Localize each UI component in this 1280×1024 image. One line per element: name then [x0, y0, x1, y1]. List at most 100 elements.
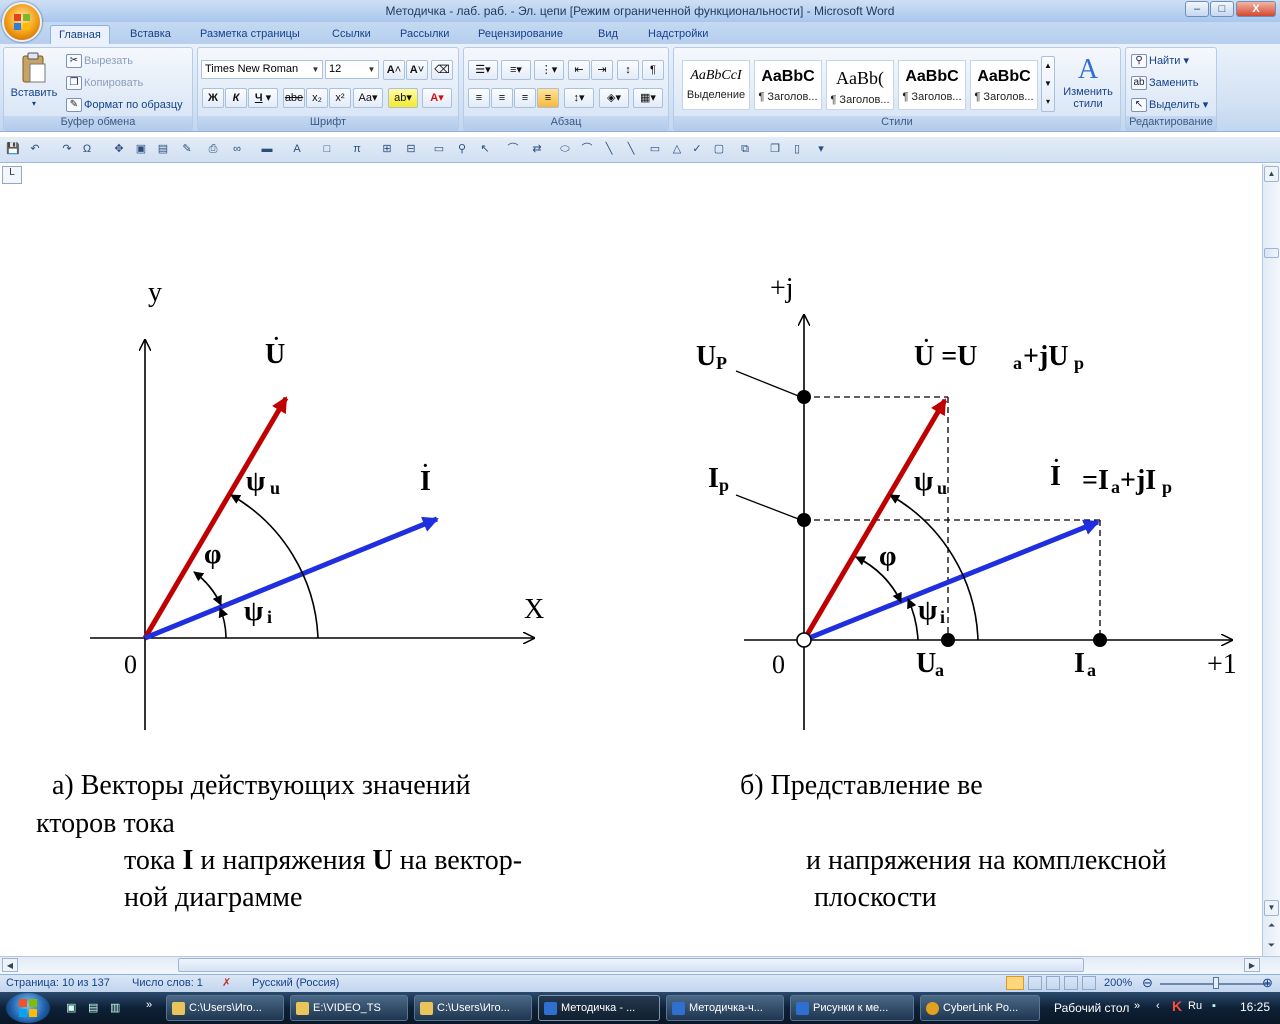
omega-icon[interactable]: Ω [80, 142, 94, 156]
save-icon[interactable]: 💾 [6, 142, 20, 156]
previous-page-icon[interactable]: ⏶ [1264, 920, 1279, 936]
horizontal-scroll-thumb[interactable] [178, 958, 1084, 972]
antivirus-icon[interactable]: K [1172, 998, 1182, 1014]
square-icon[interactable]: □ [320, 142, 334, 156]
underline-button[interactable]: Ч ▾ [248, 88, 278, 108]
move-icon[interactable]: ✥ [112, 142, 126, 156]
curve-icon[interactable]: ⌒ [506, 142, 520, 156]
tab-mailings[interactable]: Рассылки [392, 25, 457, 44]
task-cyberlink[interactable]: CyberLink Po... [920, 995, 1040, 1021]
format-icon[interactable]: ▤ [156, 142, 170, 156]
tab-references[interactable]: Ссылки [324, 25, 379, 44]
draft-view-icon[interactable] [1082, 976, 1096, 990]
horizontal-scrollbar[interactable]: ◀ ▶ [0, 956, 1280, 974]
clock[interactable]: 16:25 [1240, 1000, 1270, 1014]
vertical-scrollbar[interactable]: ▲ ▼ ⏶ ⏷ [1262, 164, 1280, 958]
tab-review[interactable]: Рецензирование [470, 25, 571, 44]
style-emphasis[interactable]: AaBbCcI Выделение [682, 60, 750, 110]
network-icon[interactable]: ▪ [1212, 1000, 1216, 1012]
font-color-button[interactable]: A▾ [422, 88, 452, 108]
tab-insert[interactable]: Вставка [122, 25, 179, 44]
sort-button[interactable]: ↕ [617, 60, 639, 80]
edit-icon[interactable]: ✎ [180, 142, 194, 156]
undo-icon[interactable]: ↶ [28, 142, 42, 156]
office-button[interactable] [2, 2, 42, 42]
zoom-icon[interactable]: ⚲ [455, 142, 469, 156]
align-left-button[interactable]: ≡ [468, 88, 490, 108]
find-button[interactable]: ⚲ Найти ▾ [1131, 54, 1189, 69]
minimize-button[interactable]: – [1185, 1, 1209, 17]
ruler-toggle-button[interactable]: L [2, 166, 22, 184]
redo-icon[interactable]: ↷ [60, 142, 74, 156]
scroll-right-icon[interactable]: ▶ [1244, 958, 1260, 972]
full-screen-view-icon[interactable] [1028, 976, 1042, 990]
quicklaunch-icon[interactable]: ▣ [66, 1001, 76, 1014]
shading-button[interactable]: ◈▾ [599, 88, 629, 108]
word-count[interactable]: Число слов: 1 [132, 977, 203, 989]
style-heading-4[interactable]: AaBbC ¶ Заголов... [970, 60, 1038, 110]
triangle-icon[interactable]: △ [670, 142, 684, 156]
scroll-thumb[interactable] [1264, 248, 1279, 258]
document-page[interactable]: y X 0 U · I · ψ u ψ i φ +j +1 0 U P I p … [24, 185, 1262, 957]
shrink-font-button[interactable]: A˅ [406, 60, 428, 80]
page-counter[interactable]: Страница: 10 из 137 [6, 977, 110, 989]
style-heading-1[interactable]: AaBbC ¶ Заголов... [754, 60, 822, 110]
print-icon[interactable]: ⎙ [206, 142, 220, 156]
switch-windows-icon[interactable]: ▥ [110, 1001, 120, 1014]
borders-button[interactable]: ▦▾ [633, 88, 663, 108]
line-icon[interactable]: ╲ [602, 142, 616, 156]
align-right-button[interactable]: ≡ [514, 88, 536, 108]
copy2-icon[interactable]: ❐ [768, 142, 782, 156]
align-center-button[interactable]: ≡ [491, 88, 513, 108]
quicklaunch-more-icon[interactable]: » [146, 999, 152, 1011]
zoom-level[interactable]: 200% [1104, 977, 1132, 989]
spell-icon[interactable]: ✓ [690, 142, 704, 156]
scroll-left-icon[interactable]: ◀ [2, 958, 18, 972]
scroll-down-icon[interactable]: ▼ [1264, 900, 1279, 916]
textbox-icon[interactable]: ▭ [432, 142, 446, 156]
arc-icon[interactable]: ⌒ [580, 142, 594, 156]
decrease-indent-button[interactable]: ⇤ [568, 60, 590, 80]
group-icon[interactable]: ⊞ [380, 142, 394, 156]
picture-icon[interactable]: ▣ [134, 142, 148, 156]
cut-button[interactable]: ✂ Вырезать [66, 54, 133, 68]
maximize-button[interactable]: □ [1210, 1, 1234, 17]
styles-scroll-icon[interactable]: ▲ ▼ ▾ [1041, 56, 1055, 112]
task-folder-2[interactable]: E:\VIDEO_TS [290, 995, 408, 1021]
bold-button[interactable]: Ж [202, 88, 224, 108]
task-folder-1[interactable]: C:\Users\Иго... [166, 995, 284, 1021]
frame-icon[interactable]: ▢ [712, 142, 726, 156]
subscript-button[interactable]: x₂ [306, 88, 328, 108]
replace-button[interactable]: ab Заменить [1131, 76, 1198, 90]
arrange-icon[interactable]: ⧉ [738, 142, 752, 156]
style-heading-3[interactable]: AaBbC ¶ Заголов... [898, 60, 966, 110]
zoom-slider-thumb[interactable] [1213, 977, 1219, 989]
tab-home[interactable]: Главная [50, 25, 110, 44]
zoom-out-icon[interactable]: ⊖ [1142, 975, 1153, 991]
font-name-select[interactable]: Times New Roman ▼ [201, 60, 323, 79]
customize-toolbar-icon[interactable]: ▾ [814, 142, 828, 156]
rectangle-icon[interactable]: ▭ [648, 142, 662, 156]
font-size-select[interactable]: 12 ▼ [325, 60, 379, 79]
proofing-icon[interactable]: ✗ [222, 976, 231, 989]
task-word-2[interactable]: Методичка-ч... [666, 995, 784, 1021]
style-heading-2[interactable]: AaBb( ¶ Заголов... [826, 60, 894, 110]
line2-icon[interactable]: ╲ [624, 142, 638, 156]
justify-button[interactable]: ≡ [537, 88, 559, 108]
show-desktop-icon[interactable]: ▤ [88, 1001, 98, 1014]
strikethrough-button[interactable]: abe [283, 88, 305, 108]
tray-expand-icon[interactable]: ‹ [1156, 1000, 1160, 1012]
ungroup-icon[interactable]: ⊟ [404, 142, 418, 156]
numbering-button[interactable]: ≡▾ [501, 60, 531, 80]
outline-view-icon[interactable] [1064, 976, 1078, 990]
paste-button[interactable]: Вставить ▾ [8, 52, 60, 112]
highlight-button[interactable]: ab▾ [388, 88, 418, 108]
line-spacing-button[interactable]: ↕▾ [564, 88, 594, 108]
pointer-icon[interactable]: ↖ [478, 142, 492, 156]
clear-format-icon[interactable]: ⌫ [431, 60, 453, 80]
task-word-1[interactable]: Методичка - ... [538, 995, 660, 1021]
increase-indent-button[interactable]: ⇥ [591, 60, 613, 80]
bullets-button[interactable]: ☰▾ [468, 60, 498, 80]
language-bar[interactable]: Ru [1188, 1000, 1202, 1012]
web-layout-view-icon[interactable] [1046, 976, 1060, 990]
